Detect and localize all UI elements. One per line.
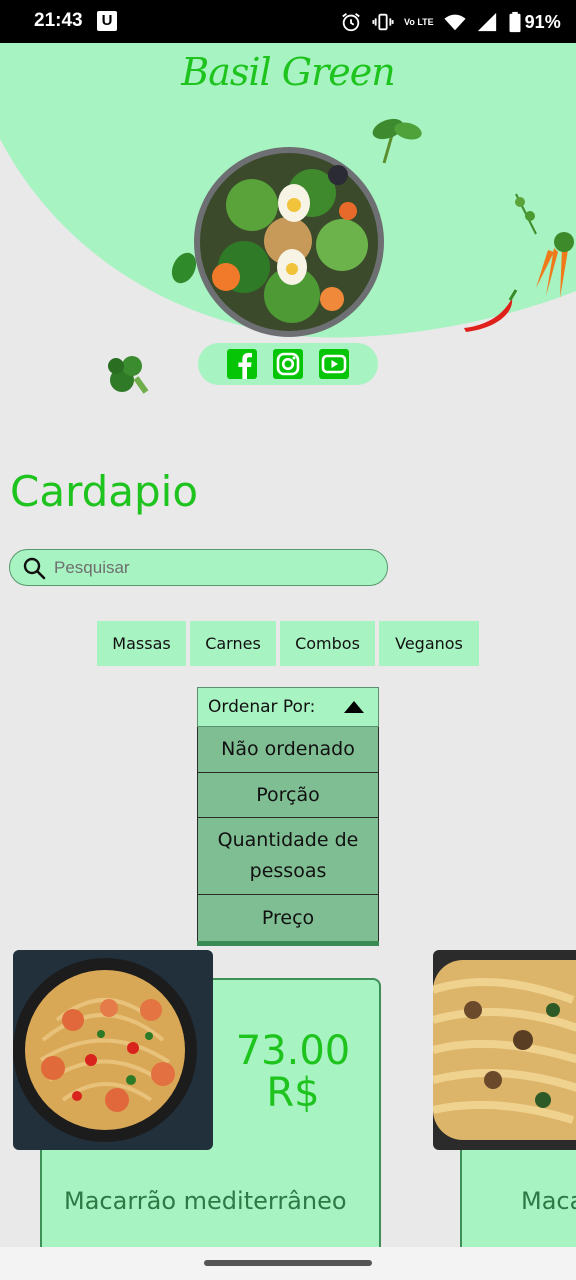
sort-option-label: Não ordenado	[221, 738, 355, 760]
brand-logo: Basil Green	[181, 50, 395, 94]
search-input[interactable]	[54, 557, 364, 578]
product-image-fettuccine	[433, 950, 576, 1150]
network-label: Vo LTE	[404, 16, 434, 27]
price-currency: R$	[266, 1070, 320, 1116]
product-name: Maca	[521, 1187, 576, 1215]
tab-combos[interactable]: Combos	[280, 621, 375, 666]
salad-bowl-image	[194, 147, 384, 337]
sort-option-portion[interactable]: Porção	[197, 773, 379, 818]
status-icons: Vo LTE 91%	[340, 10, 561, 34]
search-icon	[23, 557, 46, 579]
tab-massas[interactable]: Massas	[97, 621, 186, 666]
sort-dropdown: Ordenar Por: Não ordenado Porção Quantid…	[197, 687, 379, 946]
category-tabs: Massas Carnes Combos Veganos	[97, 621, 479, 666]
navigation-bar	[0, 1247, 576, 1280]
status-time: 21:43	[34, 10, 83, 31]
caret-up-icon	[344, 701, 364, 713]
product-card[interactable]: 73.00 R$ Macarrão mediterrâneo	[0, 950, 400, 1250]
sort-option-label: Porção	[256, 783, 320, 806]
carrot-icon	[515, 193, 574, 298]
product-card[interactable]: Maca	[420, 950, 576, 1250]
product-name: Macarrão mediterrâneo	[64, 1187, 347, 1215]
price-value: 73.00	[235, 1028, 351, 1074]
facebook-icon[interactable]	[226, 348, 258, 380]
tab-veganos[interactable]: Veganos	[379, 621, 479, 666]
instagram-icon[interactable]	[272, 348, 304, 380]
chili-pepper-icon	[464, 289, 518, 332]
tab-carnes[interactable]: Carnes	[190, 621, 276, 666]
tab-label: Massas	[112, 634, 171, 653]
sort-option-unsorted[interactable]: Não ordenado	[197, 727, 379, 773]
tab-label: Carnes	[205, 634, 261, 653]
tab-label: Veganos	[395, 634, 463, 653]
home-gesture-handle[interactable]	[204, 1260, 372, 1266]
alarm-icon	[342, 13, 360, 32]
battery-icon	[509, 11, 521, 33]
volte-icon: Vo LTE	[404, 16, 434, 27]
tab-label: Combos	[295, 634, 360, 653]
sort-option-price[interactable]: Preço	[197, 895, 379, 941]
signal-icon	[477, 12, 496, 32]
youtube-icon[interactable]	[318, 348, 350, 380]
sort-option-label: Preço	[261, 906, 315, 929]
product-image-pasta-shrimp	[13, 950, 213, 1150]
product-price: 73.00 R$	[222, 1030, 364, 1114]
sort-dropdown-edge	[197, 941, 379, 946]
social-links	[198, 343, 378, 385]
wifi-icon	[444, 14, 466, 31]
broccoli-icon	[108, 356, 149, 394]
search-bar[interactable]	[9, 549, 388, 586]
sort-dropdown-toggle[interactable]: Ordenar Por:	[197, 687, 379, 727]
page-title: Cardapio	[10, 467, 199, 516]
status-bar: 21:43 U Vo LTE 91%	[0, 0, 576, 43]
sort-label: Ordenar Por:	[208, 697, 316, 717]
sort-option-label: Quantidade de pessoas	[217, 829, 359, 882]
sort-option-people[interactable]: Quantidade de pessoas	[197, 818, 379, 895]
vibrate-icon	[372, 13, 394, 31]
app-notification-icon: U	[97, 11, 117, 31]
battery-percent: 91%	[524, 11, 561, 32]
